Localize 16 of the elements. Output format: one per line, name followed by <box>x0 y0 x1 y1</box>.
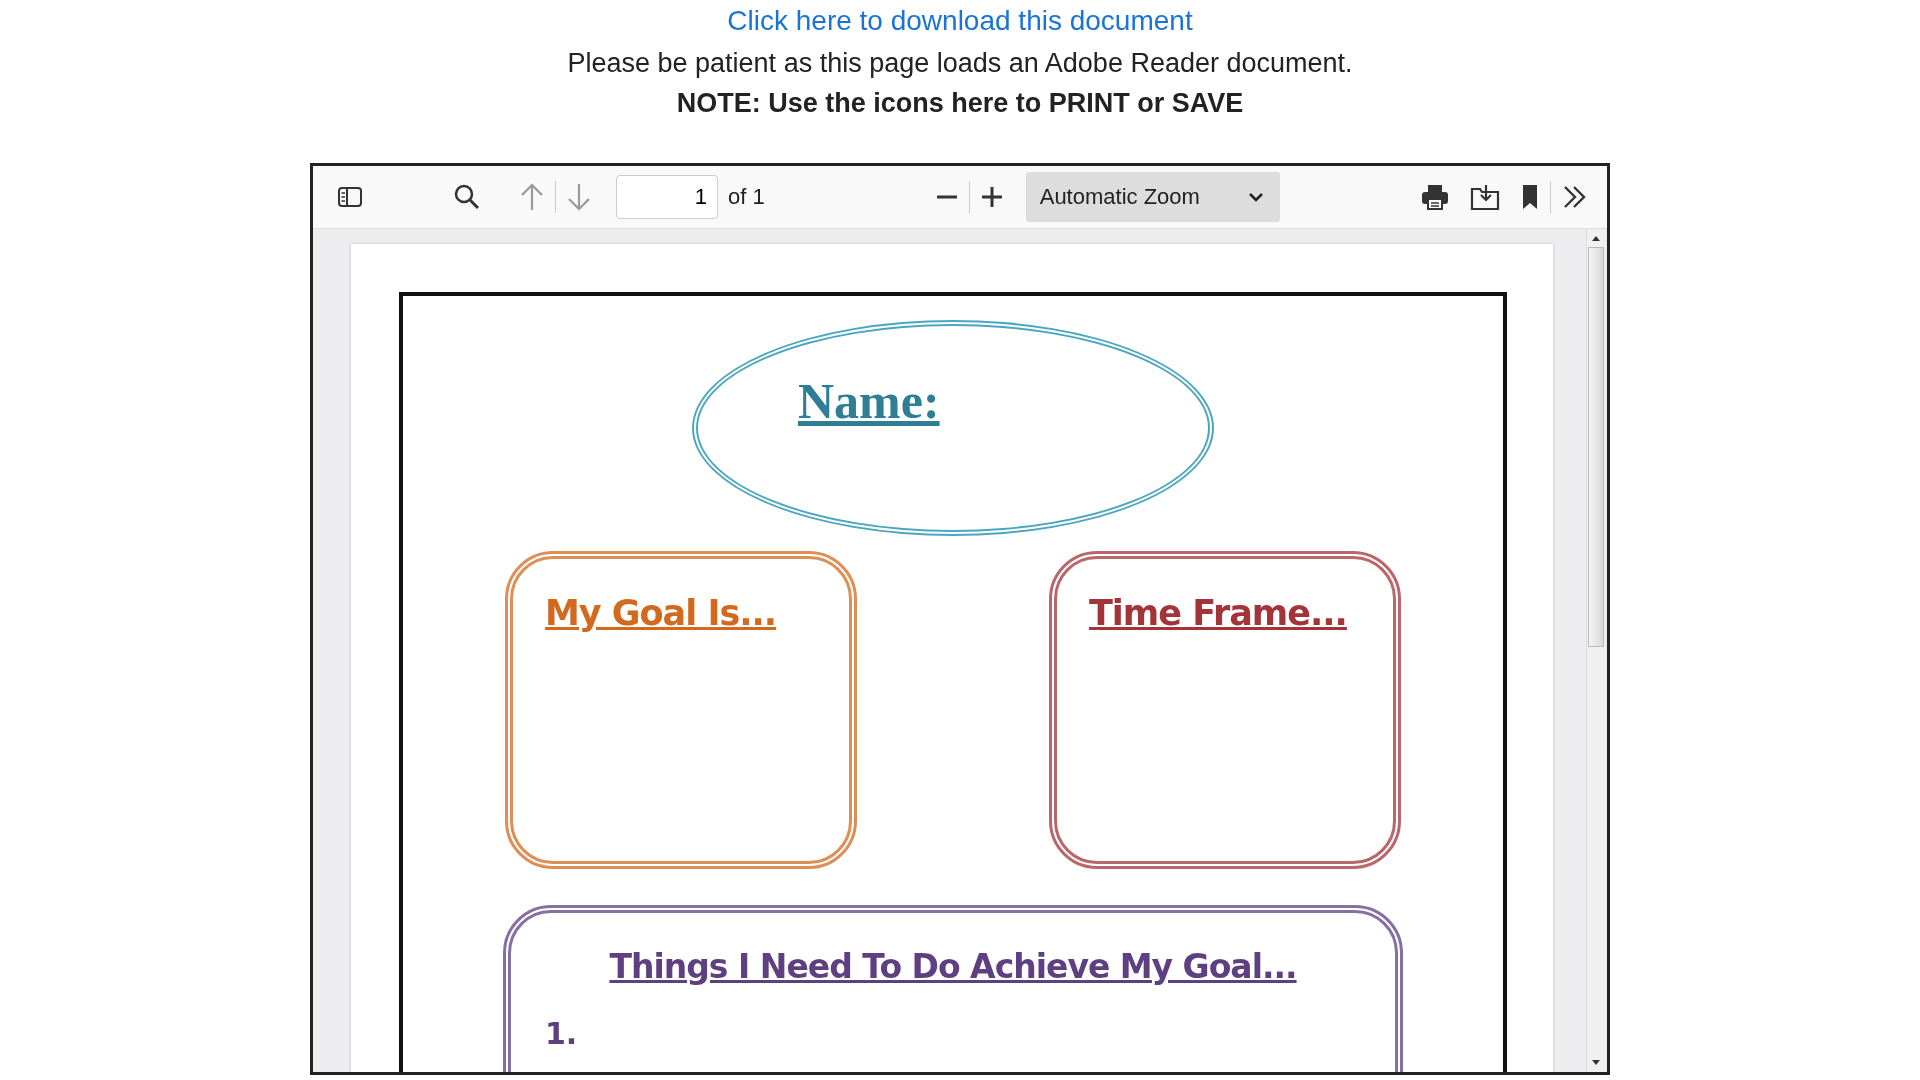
box-title: Time Frame... <box>1089 593 1347 633</box>
scroll-down-icon[interactable] <box>1591 1060 1601 1066</box>
scroll-up-icon[interactable] <box>1591 235 1601 241</box>
page-count: of 1 <box>728 184 765 210</box>
name-label: Name: <box>798 372 940 431</box>
download-link[interactable]: Click here to download this document <box>727 3 1193 39</box>
loading-notice: Please be patient as this page loads an Adobe Reader document. <box>567 47 1353 80</box>
scrollbar[interactable] <box>1586 229 1605 1072</box>
zoom-dropdown[interactable]: Automatic Zoom <box>1025 172 1280 222</box>
tasks-title: Things I Need To Do Achieve My Goal... <box>609 947 1297 986</box>
scroll-thumb[interactable] <box>1588 247 1604 647</box>
chevron-down-icon <box>1247 191 1264 203</box>
box-title: My Goal Is... <box>545 593 777 633</box>
list-number: 1. <box>545 1016 579 1051</box>
page-number-field[interactable]: 1 <box>616 175 718 219</box>
note-text: NOTE: Use the icons here to PRINT or SAVE <box>676 87 1244 120</box>
